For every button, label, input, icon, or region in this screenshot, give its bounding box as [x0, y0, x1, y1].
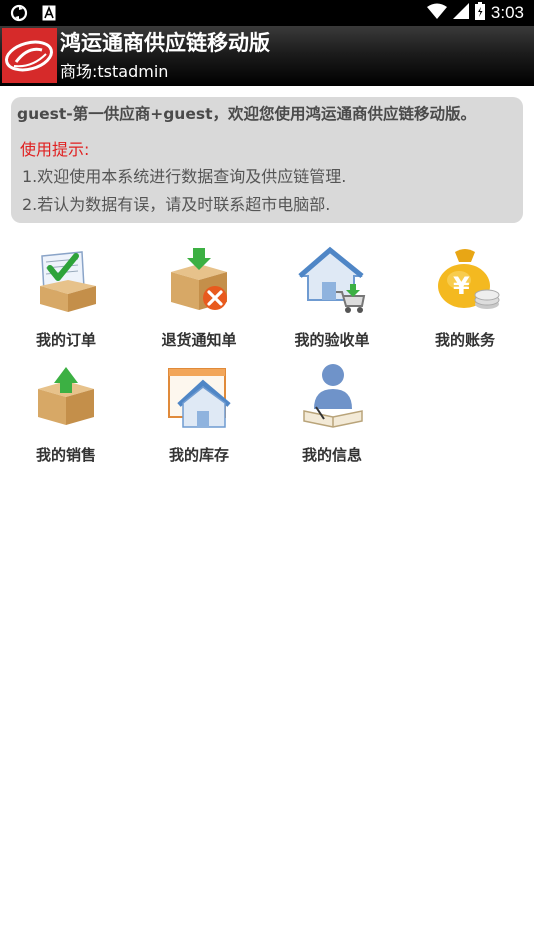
app-title: 鸿运通商供应链移动版 — [60, 31, 270, 55]
menu-my-accounts[interactable]: ¥ 我的账务 — [405, 246, 525, 351]
notice-panel: guest-第一供应商+guest，欢迎您使用鸿运通商供应链移动版。 使用提示:… — [11, 97, 523, 223]
wifi-icon — [426, 3, 447, 23]
person-book-icon — [303, 364, 363, 428]
menu-my-receipts[interactable]: 我的验收单 — [272, 246, 392, 351]
menu-my-info[interactable]: 我的信息 — [272, 361, 392, 466]
status-time: 3:03 — [490, 3, 524, 22]
menu-my-sales[interactable]: 我的销售 — [6, 361, 126, 466]
app-header: 鸿运通商供应链移动版 商场:tstadmin — [0, 26, 534, 86]
hint-line-1: 1.欢迎使用本系统进行数据查询及供应链管理. — [22, 167, 347, 186]
hint-title: 使用提示: — [20, 140, 90, 159]
menu-label: 我的账务 — [434, 331, 495, 349]
status-bar: 3:03 — [0, 0, 534, 26]
svg-text:¥: ¥ — [453, 272, 470, 300]
mall-label: 商场:tstadmin — [60, 62, 169, 81]
battery-icon — [474, 2, 485, 24]
menu-label: 我的库存 — [168, 446, 229, 464]
welcome-text: guest-第一供应商+guest，欢迎您使用鸿运通商供应链移动版。 — [17, 105, 476, 123]
menu-label: 我的验收单 — [294, 331, 370, 349]
menu-my-orders[interactable]: 我的订单 — [6, 246, 126, 351]
menu-label: 我的销售 — [35, 446, 96, 464]
menu-label: 我的信息 — [301, 446, 362, 464]
app-logo — [2, 28, 57, 83]
order-box-check-icon — [40, 251, 96, 312]
box-up-arrow-icon — [38, 367, 94, 425]
a-notification-icon — [42, 5, 56, 25]
menu-label: 我的订单 — [35, 331, 96, 349]
house-cart-icon — [298, 246, 366, 313]
return-box-cancel-icon — [171, 248, 227, 310]
menu-label: 退货通知单 — [161, 331, 237, 349]
sync-icon — [10, 4, 28, 26]
money-bag-coins-icon: ¥ — [438, 249, 500, 309]
house-window-icon — [168, 368, 231, 428]
signal-icon — [452, 3, 469, 23]
hint-line-2: 2.若认为数据有误，请及时联系超市电脑部. — [22, 195, 331, 214]
menu-return-notice[interactable]: 退货通知单 — [139, 246, 259, 351]
menu-my-inventory[interactable]: 我的库存 — [139, 361, 259, 466]
